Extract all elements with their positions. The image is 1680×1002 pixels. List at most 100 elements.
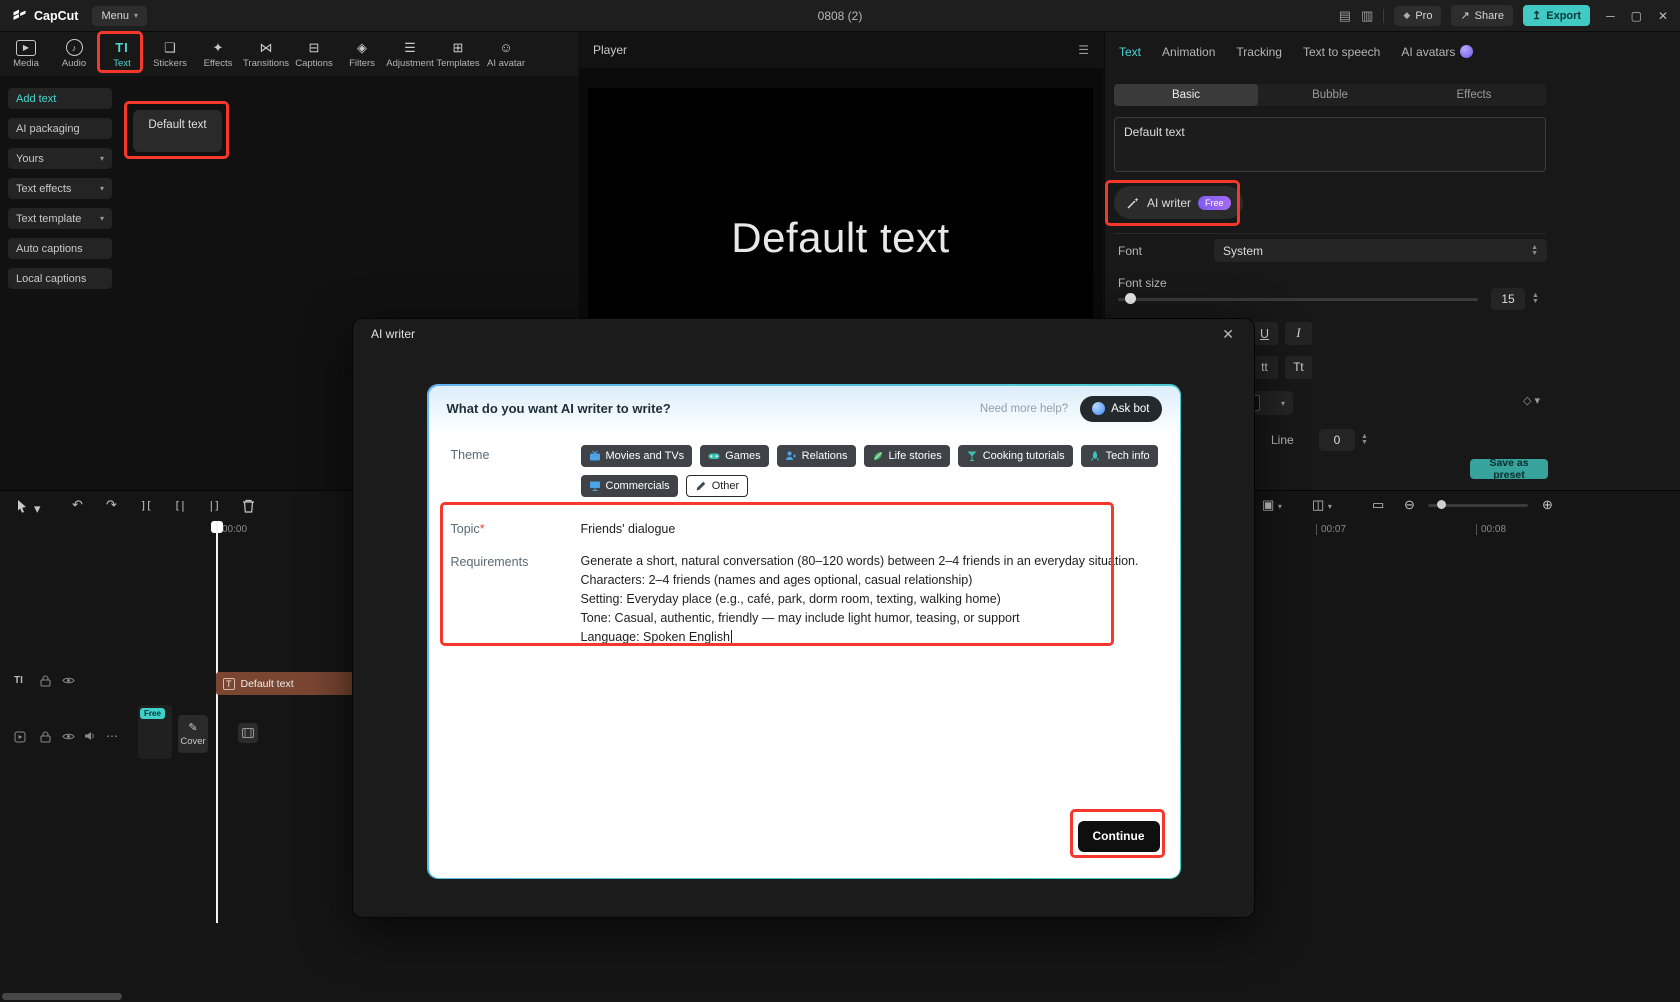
panel-layout-icon[interactable]: ▤ (1339, 8, 1351, 24)
ribbon-label: Audio (61, 57, 87, 69)
topic-input[interactable]: Friends' dialogue (581, 519, 676, 536)
menu-button[interactable]: Menu ▾ (92, 5, 147, 26)
titlecase-button[interactable]: Tt (1285, 356, 1312, 379)
font-size-value[interactable]: 15 (1491, 288, 1525, 310)
stroke-preset-select[interactable]: ◇ ▾ (1523, 394, 1540, 407)
trim-right-icon[interactable]: |] (208, 499, 220, 512)
trim-left-icon[interactable]: [| (174, 499, 186, 512)
lock-icon[interactable] (40, 731, 51, 743)
panel-columns-icon[interactable]: ▥ (1361, 8, 1373, 24)
theme-chip-life-stories[interactable]: Life stories (863, 444, 950, 467)
titlebar: CapCut Menu ▾ 0808 (2) ▤ ▥ ◆ Pro ↗ Share… (0, 0, 1680, 32)
chevron-down-icon: ▾ (99, 154, 104, 163)
snap-toggle-icon[interactable]: ▣ ▾ (1262, 497, 1282, 513)
link-toggle-icon[interactable]: ◫ ▾ (1312, 497, 1332, 513)
italic-button[interactable]: I (1285, 322, 1312, 345)
font-size-slider[interactable] (1118, 298, 1478, 301)
ribbon-text[interactable]: TI Text (100, 40, 144, 69)
sidebar-item-ai-packaging[interactable]: AI packaging (8, 118, 112, 139)
theme-chip-relations[interactable]: Relations (776, 444, 856, 467)
share-button[interactable]: ↗ Share (1451, 5, 1514, 26)
delete-icon[interactable] (242, 499, 255, 516)
close-icon[interactable]: ✕ (1216, 325, 1240, 344)
lock-icon[interactable] (40, 675, 51, 687)
font-size-slider-thumb[interactable] (1125, 293, 1136, 304)
ribbon-stickers[interactable]: ❏ Stickers (148, 40, 192, 69)
ribbon-captions[interactable]: ⊟ Captions (292, 40, 336, 69)
subtab-effects[interactable]: Effects (1402, 84, 1546, 106)
export-button[interactable]: ↥ Export (1523, 5, 1591, 26)
style-subtabs: Basic Bubble Effects (1114, 84, 1546, 106)
sidebar-item-add-text[interactable]: Add text (8, 88, 112, 109)
underline-button[interactable]: U (1251, 322, 1278, 345)
ribbon-label: Adjustment (386, 57, 434, 69)
subtab-basic[interactable]: Basic (1114, 84, 1258, 106)
sidebar-item-text-effects[interactable]: Text effects ▾ (8, 178, 112, 199)
minimize-button[interactable]: ─ (1606, 9, 1615, 23)
ribbon-media[interactable]: ▶ Media (4, 39, 48, 69)
split-icon[interactable]: ][ (140, 499, 152, 512)
ribbon-ai-avatar[interactable]: ☺ AI avatar (484, 40, 528, 69)
eye-icon[interactable] (62, 732, 75, 741)
sidebar-item-local-captions[interactable]: Local captions (8, 268, 112, 289)
subtab-bubble[interactable]: Bubble (1258, 84, 1402, 106)
theme-chip-cooking[interactable]: Cooking tutorials (957, 444, 1073, 467)
zoom-in-icon[interactable]: ⊕ (1542, 497, 1553, 513)
zoom-out-icon[interactable]: ⊖ (1404, 497, 1415, 513)
tab-text-to-speech[interactable]: Text to speech (1303, 45, 1380, 59)
ribbon-label: AI avatar (486, 57, 526, 69)
close-button[interactable]: ✕ (1658, 9, 1668, 23)
template-thumbnail[interactable]: Free (138, 705, 172, 759)
theme-chip-movies[interactable]: Movies and TVs (580, 444, 693, 467)
tab-animation[interactable]: Animation (1162, 45, 1215, 59)
theme-chip-commercials[interactable]: Commercials (580, 474, 678, 497)
theme-chip-tech-info[interactable]: Tech info (1080, 444, 1158, 467)
ai-writer-button[interactable]: AI writer Free (1114, 186, 1243, 219)
ask-bot-button[interactable]: Ask bot (1080, 395, 1162, 422)
ribbon-filters[interactable]: ◈ Filters (340, 40, 384, 69)
continue-button[interactable]: Continue (1077, 820, 1160, 852)
default-text-card[interactable]: Default text (133, 110, 222, 152)
export-label: Export (1546, 9, 1582, 22)
spinner-icon[interactable]: ▲ ▼ (1531, 244, 1538, 257)
video-clip[interactable] (238, 723, 258, 743)
select-tool-icon[interactable] (16, 499, 28, 516)
undo-icon[interactable]: ↶ (72, 497, 83, 513)
mute-icon[interactable] (84, 731, 96, 741)
sidebar-item-auto-captions[interactable]: Auto captions (8, 238, 112, 259)
ribbon-adjustment[interactable]: ☰ Adjustment (386, 40, 434, 69)
chevron-down-icon[interactable]: ▾ (34, 501, 41, 517)
requirements-input[interactable]: Generate a short, natural conversation (… (581, 552, 1139, 647)
theme-chip-games[interactable]: Games (700, 444, 769, 467)
pro-button[interactable]: ◆ Pro (1394, 5, 1442, 26)
more-options-icon[interactable]: ⋯ (106, 729, 118, 743)
line-value[interactable]: 0 (1319, 429, 1355, 451)
ribbon-audio[interactable]: ♪ Audio (52, 39, 96, 69)
sidebar-item-text-template[interactable]: Text template ▾ (8, 208, 112, 229)
lowercase-button[interactable]: tt (1251, 356, 1278, 379)
player-menu-icon[interactable]: ☰ (1078, 43, 1089, 57)
redo-icon[interactable]: ↷ (106, 497, 117, 513)
text-content-input[interactable]: Default text (1114, 117, 1546, 172)
tab-tracking[interactable]: Tracking (1236, 45, 1282, 59)
font-select[interactable]: System ▲ ▼ (1214, 239, 1547, 262)
chip-label: Commercials (605, 479, 670, 492)
preview-axis-icon[interactable]: ▭ (1372, 497, 1384, 513)
ribbon-templates[interactable]: ⊞ Templates (436, 40, 480, 69)
maximize-button[interactable]: ▢ (1631, 9, 1642, 23)
timeline-zoom-thumb[interactable] (1437, 500, 1446, 509)
tab-text[interactable]: Text (1119, 45, 1141, 59)
ribbon-effects[interactable]: ✦ Effects (196, 40, 240, 69)
cover-button[interactable]: ✎ Cover (178, 715, 208, 753)
playhead[interactable] (216, 521, 218, 923)
ribbon-transitions[interactable]: ⋈ Transitions (243, 40, 289, 69)
font-size-stepper[interactable]: ▲ ▼ (1532, 288, 1539, 310)
save-as-preset-button[interactable]: Save as preset (1470, 457, 1548, 481)
eye-icon[interactable] (62, 676, 75, 685)
tab-ai-avatars[interactable]: AI avatars (1401, 45, 1474, 59)
logo-text: CapCut (34, 8, 79, 23)
sidebar-item-yours[interactable]: Yours ▾ (8, 148, 112, 169)
horizontal-scrollbar[interactable] (2, 993, 122, 1000)
line-stepper[interactable]: ▲ ▼ (1361, 429, 1368, 451)
theme-chip-other-selected[interactable]: Other (685, 474, 749, 497)
